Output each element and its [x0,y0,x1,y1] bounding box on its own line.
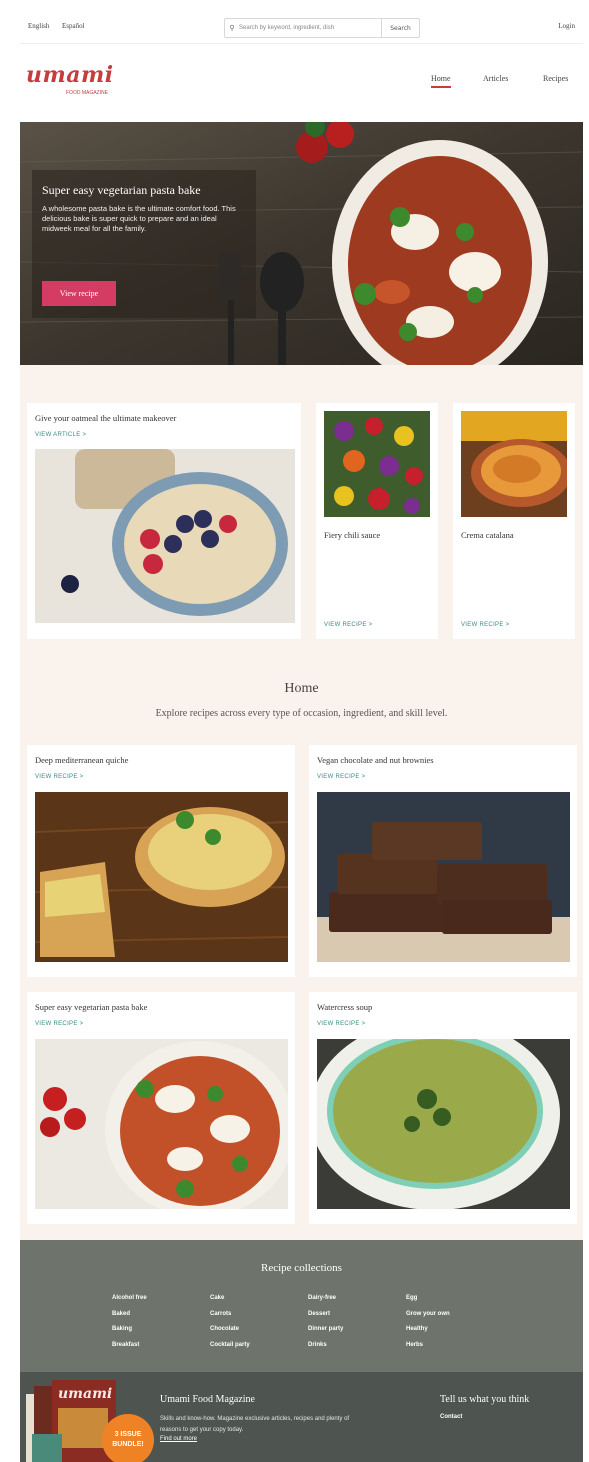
collection-link[interactable]: Chocolate [210,1322,250,1338]
nav-recipes[interactable]: Recipes [543,74,568,83]
logo-tagline: FOOD MAGAZINE [66,90,108,96]
feedback-title: Tell us what you think [440,1394,530,1405]
collection-link[interactable]: Herbs [406,1338,450,1354]
collection-link[interactable]: Egg [406,1291,450,1307]
chili-sauce-image [324,411,430,517]
magazine-description: Skills and know-how. Magazine exclusive … [160,1416,350,1433]
magazine-title: Umami Food Magazine [160,1394,255,1405]
section-subheading: Explore recipes across every type of occ… [155,708,448,719]
card-title: Deep mediterranean quiche [35,755,129,765]
site-logo[interactable]: umami FOOD MAGAZINE [26,62,114,96]
quiche-image [35,792,288,962]
collections-column: Cake Carrots Chocolate Cocktail party [210,1291,250,1353]
collection-link[interactable]: Grow your own [406,1307,450,1323]
utility-bar: English Español ⚲ Search by keyword, ing… [20,10,583,44]
collection-link[interactable]: Cake [210,1291,250,1307]
bundle-badge: 3 ISSUE BUNDLE! [102,1414,154,1462]
collection-link[interactable]: Healthy [406,1322,450,1338]
collections-column: Alcohol free Baked Baking Breakfast [112,1291,147,1353]
collection-link[interactable]: Baked [112,1307,147,1323]
cover-logo-text: umami [58,1386,112,1402]
collection-link[interactable]: Dessert [308,1307,343,1323]
login-link[interactable]: Login [558,22,575,30]
card-title: Vegan chocolate and nut brownies [317,755,434,765]
collection-link[interactable]: Alcohol free [112,1291,147,1307]
view-recipe-button[interactable]: View recipe [42,281,116,306]
site-footer: umami 3 ISSUE BUNDLE! Umami Food Magazin… [20,1372,583,1462]
view-recipe-link[interactable]: VIEW RECIPE > [317,1021,365,1027]
collections-heading: Recipe collections [261,1262,342,1274]
section-heading: Home [284,681,319,696]
collection-link[interactable]: Baking [112,1322,147,1338]
collection-link[interactable]: Drinks [308,1338,343,1354]
language-spanish-link[interactable]: Español [62,22,85,30]
page: English Español ⚲ Search by keyword, ing… [20,10,583,1462]
collection-link[interactable]: Breakfast [112,1338,147,1354]
site-header: umami FOOD MAGAZINE Home Articles Recipe… [20,44,583,122]
recipe-card-brownies[interactable]: Vegan chocolate and nut brownies VIEW RE… [309,745,577,977]
recipe-card-pasta-bake[interactable]: Super easy vegetarian pasta bake VIEW RE… [27,992,295,1224]
view-recipe-link[interactable]: VIEW RECIPE > [461,622,509,628]
featured-card-chili[interactable]: Fiery chili sauce VIEW RECIPE > [316,403,438,639]
featured-card-crema[interactable]: Crema catalana VIEW RECIPE > [453,403,575,639]
nav-articles[interactable]: Articles [483,74,508,83]
pasta-bake-image [35,1039,288,1209]
search-button[interactable]: Search [381,19,419,37]
card-title: Give your oatmeal the ultimate makeover [35,413,177,423]
content-section: Give your oatmeal the ultimate makeover … [20,365,583,1240]
featured-card-oatmeal[interactable]: Give your oatmeal the ultimate makeover … [27,403,301,639]
hero-title: Super easy vegetarian pasta bake [42,183,201,197]
watercress-soup-image [317,1039,570,1209]
card-title: Fiery chili sauce [324,530,381,540]
view-recipe-link[interactable]: VIEW RECIPE > [35,1021,83,1027]
oatmeal-image [35,449,295,623]
collection-link[interactable]: Carrots [210,1307,250,1323]
find-out-more-link[interactable]: Find out more [160,1436,197,1442]
search-input[interactable]: Search by keyword, ingredient, dish [239,25,381,31]
collection-link[interactable]: Dairy-free [308,1291,343,1307]
hero-description: A wholesome pasta bake is the ultimate c… [42,204,236,233]
card-title: Crema catalana [461,530,514,540]
recipe-card-watercress-soup[interactable]: Watercress soup VIEW RECIPE > [309,992,577,1224]
hero-overlay: Super easy vegetarian pasta bake A whole… [32,170,256,318]
search-bar: ⚲ Search by keyword, ingredient, dish Se… [224,18,420,38]
hero-banner: Super easy vegetarian pasta bake A whole… [20,122,583,365]
collections-column: Egg Grow your own Healthy Herbs [406,1291,450,1353]
contact-link[interactable]: Contact [440,1414,462,1420]
search-icon: ⚲ [229,24,235,32]
brownies-image [317,792,570,962]
collection-link[interactable]: Cocktail party [210,1338,250,1354]
logo-wordmark: umami [26,62,114,88]
recipe-card-quiche[interactable]: Deep mediterranean quiche VIEW RECIPE > [27,745,295,977]
collections-column: Dairy-free Dessert Dinner party Drinks [308,1291,343,1353]
view-recipe-link[interactable]: VIEW RECIPE > [317,774,365,780]
nav-home[interactable]: Home [431,74,451,88]
collection-link[interactable]: Dinner party [308,1322,343,1338]
recipe-collections: Recipe collections Alcohol free Baked Ba… [20,1240,583,1372]
view-recipe-link[interactable]: VIEW RECIPE > [324,622,372,628]
view-recipe-link[interactable]: VIEW RECIPE > [35,774,83,780]
card-title: Super easy vegetarian pasta bake [35,1002,148,1012]
crema-catalana-image [461,411,567,517]
view-article-link[interactable]: VIEW ARTICLE > [35,432,86,438]
card-title: Watercress soup [317,1002,373,1012]
language-english-link[interactable]: English [28,22,49,30]
